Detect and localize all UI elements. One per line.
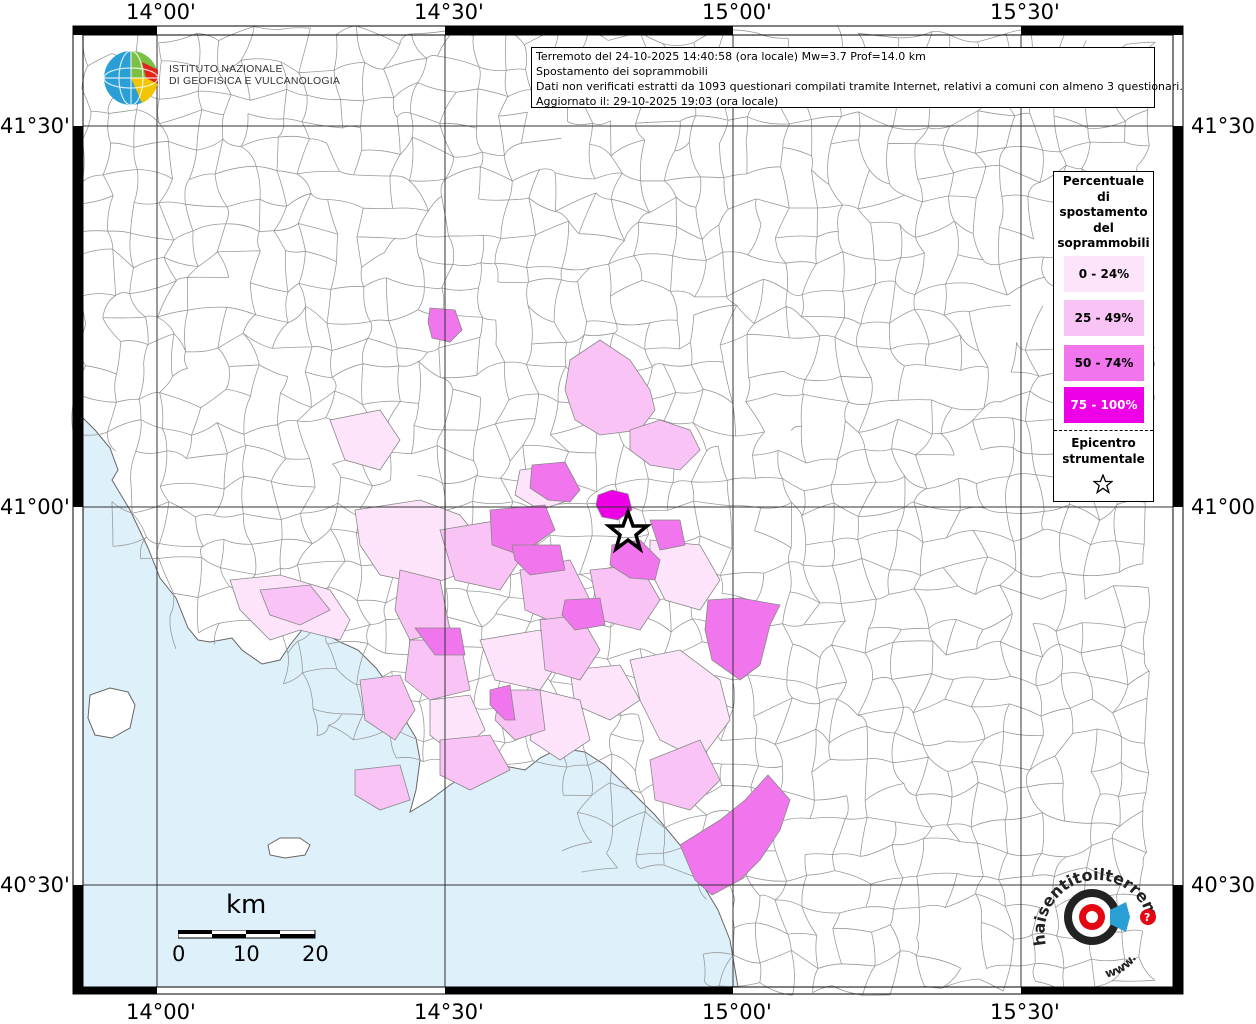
scale-bar: km 0 10 20 xyxy=(172,890,336,980)
legend-divider xyxy=(1054,430,1153,431)
legend-class-3: 75 - 100% xyxy=(1064,387,1144,423)
updated-date: Aggiornato il: 29-10-2025 19:03 (ora loc… xyxy=(536,95,779,108)
legend-epicenter-line: strumentale xyxy=(1062,452,1145,466)
ingv-name: ISTITUTO NAZIONALE DI GEOFISICA E VULCAN… xyxy=(169,63,340,87)
ingv-line1: ISTITUTO NAZIONALE xyxy=(169,63,283,75)
map-subject: Spostamento dei soprammobili xyxy=(536,65,708,78)
legend-class-label: 0 - 24% xyxy=(1078,267,1130,281)
bottom-tick-label: 14°00' xyxy=(126,1000,196,1024)
legend-title-line: del xyxy=(1093,220,1114,235)
legend-class-1: 25 - 49% xyxy=(1064,300,1144,336)
hai-logo-www: www. xyxy=(1103,951,1139,980)
scale-unit: km xyxy=(226,890,267,920)
legend-epicenter-line: Epicentro xyxy=(1071,436,1136,450)
scale-label: 0 xyxy=(172,942,186,966)
top-tick-label: 14°30' xyxy=(414,0,484,24)
legend-class-0: 0 - 24% xyxy=(1064,256,1144,292)
scale-label: 10 xyxy=(233,942,260,966)
legend-title-line: soprammobili xyxy=(1057,236,1150,250)
legend: Percentuale di spostamento del soprammob… xyxy=(1053,171,1154,502)
scale-bar-graphic xyxy=(178,930,316,939)
left-tick-label: 41°00' xyxy=(0,495,70,519)
bottom-tick-label: 15°00' xyxy=(702,1000,772,1024)
svg-text:?: ? xyxy=(1144,911,1150,924)
top-tick-label: 15°00' xyxy=(702,0,772,24)
ingv-line2: DI GEOFISICA E VULCANOLOGIA xyxy=(169,75,341,87)
data-note: Dati non verificati estratti da 1093 que… xyxy=(536,80,1183,93)
event-info-box: Terremoto del 24-10-2025 14:40:58 (ora l… xyxy=(531,47,1183,108)
bottom-tick-label: 15°30' xyxy=(990,1000,1060,1024)
legend-title-line: di xyxy=(1097,189,1110,204)
legend-class-label: 75 - 100% xyxy=(1070,398,1138,412)
legend-class-2: 50 - 74% xyxy=(1064,345,1144,381)
island-capri xyxy=(267,837,311,859)
haisentito-logo: haisentitoilterremoto.it www. ? xyxy=(1030,860,1162,980)
right-tick-label: 40°30' xyxy=(1191,873,1256,897)
legend-class-label: 25 - 49% xyxy=(1074,311,1134,325)
ingv-globe-icon xyxy=(103,50,159,106)
top-tick-label: 14°00' xyxy=(126,0,196,24)
legend-title-line: Percentuale xyxy=(1062,174,1145,188)
event-title: Terremoto del 24-10-2025 14:40:58 (ora l… xyxy=(536,50,926,63)
legend-epicenter-label: Epicentro strumentale xyxy=(1054,435,1153,467)
legend-title: Percentuale di spostamento del soprammob… xyxy=(1054,174,1153,252)
star-icon xyxy=(1093,474,1113,494)
legend-title-line: spostamento xyxy=(1059,205,1148,219)
scale-label: 20 xyxy=(302,942,329,966)
top-tick-label: 15°30' xyxy=(990,0,1060,24)
left-tick-label: 40°30' xyxy=(0,873,70,897)
bottom-tick-label: 14°30' xyxy=(414,1000,484,1024)
legend-class-label: 50 - 74% xyxy=(1074,356,1134,370)
left-tick-label: 41°30' xyxy=(0,114,70,138)
svg-text:www.: www. xyxy=(1103,951,1139,980)
right-tick-label: 41°00' xyxy=(1191,495,1256,519)
right-tick-label: 41°30' xyxy=(1191,114,1256,138)
